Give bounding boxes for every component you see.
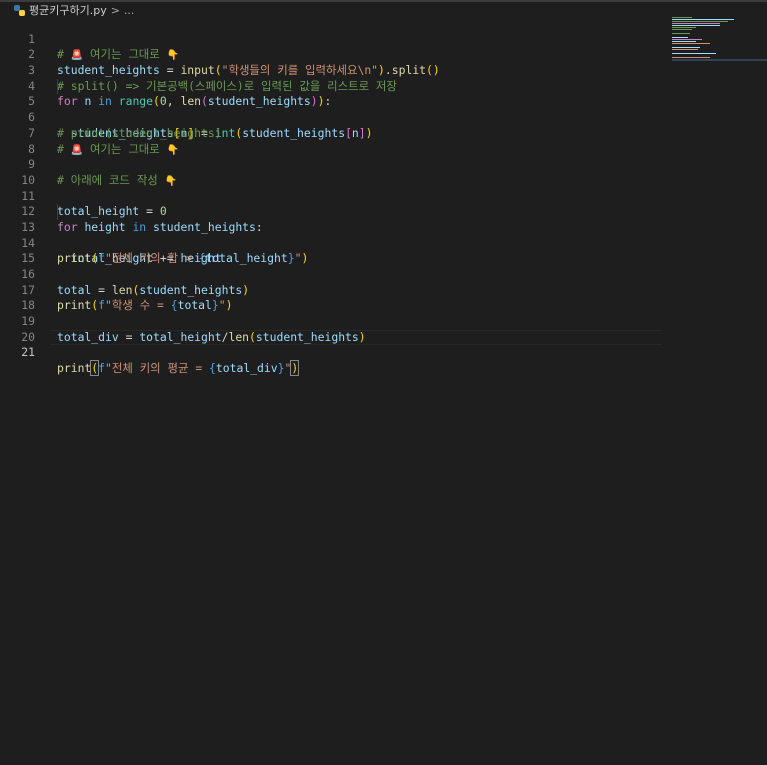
code-line[interactable]: 8 — [0, 126, 670, 156]
code-line[interactable]: 7 # 🚨 여기는 그대로 👇 — [0, 110, 670, 156]
code-line[interactable]: 2 student_heights = input("학생들의 키를 입력하세요… — [0, 32, 670, 77]
code-line[interactable]: 11 total_height = 0 — [0, 173, 670, 219]
code-line[interactable]: 16 total = len(student_heights) — [0, 251, 670, 297]
code-line[interactable]: 3 # split() => 기본공백(스페이스)로 입력된 값을 리스트로 저… — [0, 47, 670, 93]
code-line[interactable]: 12 for height in student_heights: — [0, 189, 670, 234]
code-line[interactable]: 6 # print(student_heights) — [0, 94, 670, 140]
python-file-icon — [14, 4, 25, 16]
minimap-line — [672, 25, 720, 26]
line-number: 21 — [21, 345, 35, 360]
code-line[interactable]: 5 student_heights[n] = int(student_heigh… — [0, 78, 670, 140]
minimap-line — [672, 57, 710, 58]
code-line[interactable]: 19 total_div = total_height/len(student_… — [0, 298, 670, 344]
indent-guide — [57, 78, 58, 95]
code-line[interactable]: 14 print(f"전체 키의 합 = {total_height}") — [0, 220, 670, 266]
minimap-line — [672, 17, 692, 18]
line-21-code: print(f"전체 키의 평균 = {total_div}") — [57, 360, 300, 377]
minimap-line — [672, 43, 710, 44]
minimap-line — [672, 47, 700, 48]
indent-guide — [57, 204, 58, 220]
minimap-slider[interactable] — [672, 59, 767, 61]
current-code-line[interactable]: 21 print(f"전체 키의 평균 = {total_div}") — [0, 329, 670, 377]
minimap-line — [672, 49, 698, 50]
minimap-line — [672, 33, 690, 34]
breadcrumb-more[interactable]: ... — [124, 4, 135, 17]
code-line[interactable]: 1 # 🚨 여기는 그대로 👇 — [0, 16, 670, 62]
text-cursor — [298, 362, 300, 376]
minimap-line — [672, 41, 696, 42]
minimap-line — [672, 37, 688, 38]
matched-bracket: ) — [290, 360, 300, 377]
code-editor[interactable]: 1 # 🚨 여기는 그대로 👇 2 student_heights = inpu… — [0, 16, 670, 377]
minimap-line — [672, 29, 692, 30]
code-line[interactable]: 20 — [0, 314, 670, 344]
code-line[interactable]: 4 for n in range(0, len(student_heights)… — [0, 63, 670, 109]
minimap-line — [672, 27, 696, 28]
code-line[interactable]: 9 # 아래에 코드 작성 👇 — [0, 142, 670, 187]
breadcrumb-separator-icon: > — [110, 3, 120, 17]
minimap-line — [672, 53, 716, 54]
minimap[interactable] — [672, 17, 767, 87]
code-line[interactable]: 17 print(f"학생 수 = {total}") — [0, 267, 670, 313]
code-line[interactable]: 10 — [0, 157, 670, 187]
minimap-line — [672, 19, 734, 20]
code-line[interactable]: 13 total_height += height — [0, 204, 670, 265]
minimap-line — [672, 23, 720, 24]
code-line[interactable]: 15 — [0, 236, 670, 265]
code-line[interactable]: 18 — [0, 283, 670, 312]
minimap-line — [672, 21, 728, 22]
minimap-line — [672, 39, 702, 40]
